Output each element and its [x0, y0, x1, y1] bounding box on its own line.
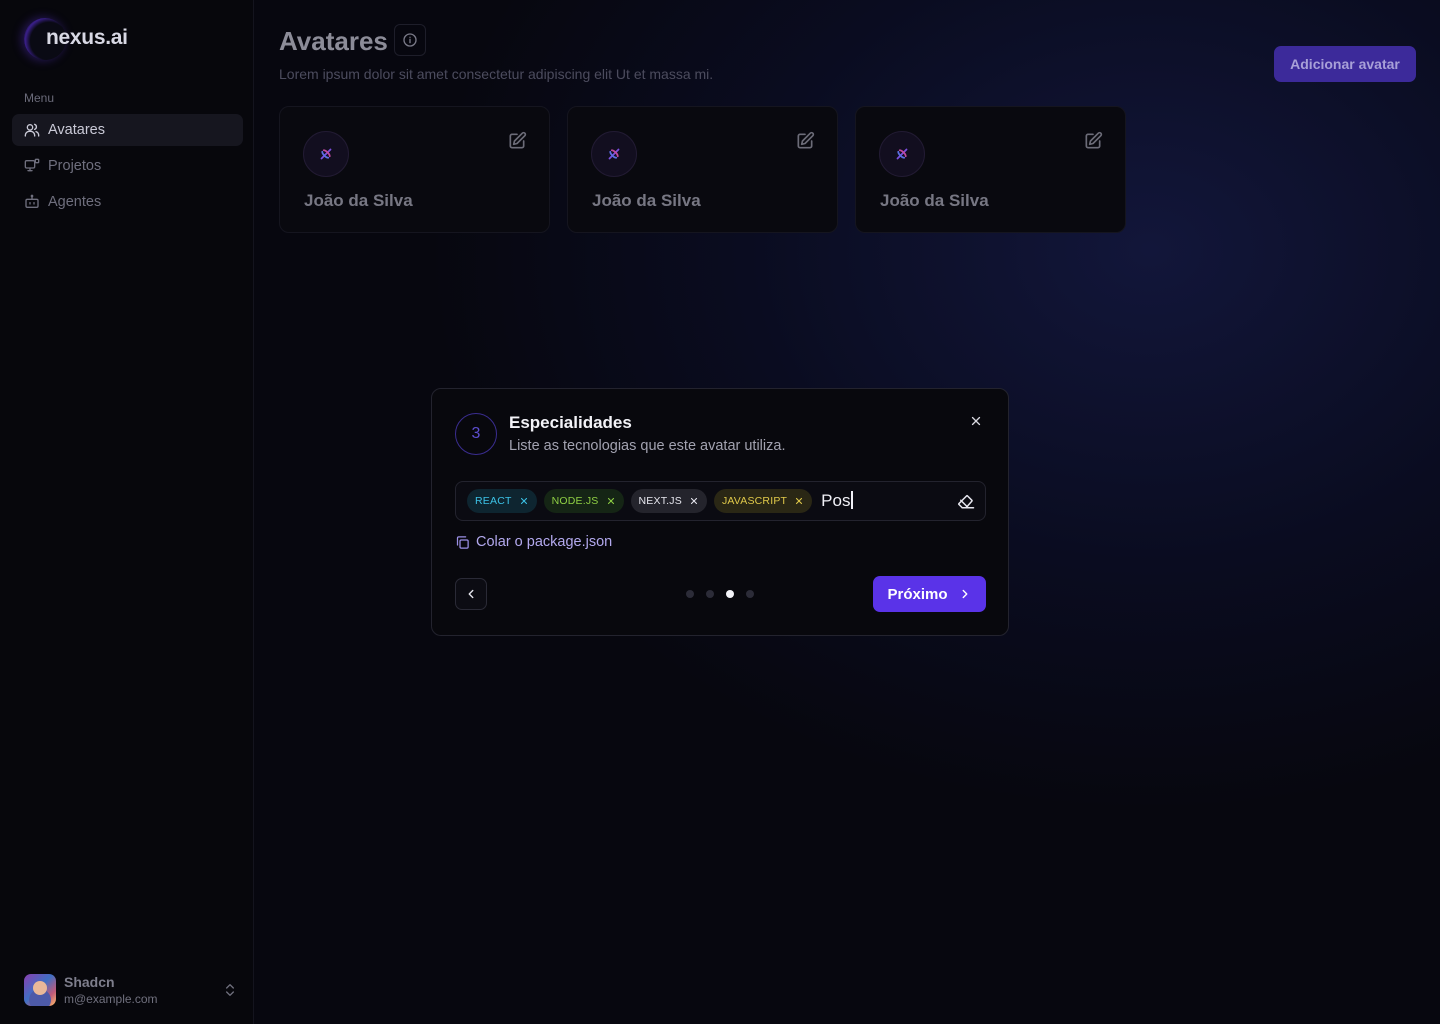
avatar-card[interactable]: João da Silva	[279, 106, 550, 233]
page-subtitle: Lorem ipsum dolor sit amet consectetur a…	[279, 66, 714, 82]
next-button[interactable]: Próximo	[873, 576, 986, 612]
close-button[interactable]	[966, 411, 986, 431]
edit-icon[interactable]	[1083, 131, 1103, 151]
logo[interactable]: nexus.ai	[24, 18, 128, 60]
step-dot[interactable]	[746, 590, 754, 598]
user-name: Shadcn	[64, 973, 115, 990]
sidebar-item-label: Avatares	[48, 122, 105, 138]
remove-tag-icon[interactable]	[794, 496, 804, 506]
tag-nodejs: NODE.JS	[543, 489, 624, 513]
specialties-dialog: 3 Especialidades Liste as tecnologias qu…	[431, 388, 1009, 636]
tag-label: JAVASCRIPT	[721, 495, 788, 507]
text-cursor	[851, 491, 853, 509]
avatar-card[interactable]: João da Silva	[855, 106, 1126, 233]
close-icon	[971, 416, 981, 426]
remove-tag-icon[interactable]	[606, 496, 616, 506]
remove-tag-icon[interactable]	[689, 496, 699, 506]
tag-nextjs: NEXT.JS	[630, 489, 707, 513]
edit-icon[interactable]	[507, 131, 527, 151]
page-title: Avatares	[279, 26, 388, 56]
step-dots	[686, 590, 754, 598]
tag-label: NODE.JS	[551, 495, 599, 507]
tag-javascript: JAVASCRIPT	[713, 489, 813, 513]
avatar-card-list: João da Silva João da Silva João da Silv…	[279, 106, 1126, 233]
chevrons-up-down-icon[interactable]	[222, 982, 238, 998]
step-dot[interactable]	[686, 590, 694, 598]
sidebar-nav: Avatares Projetos Agentes	[12, 114, 243, 222]
menu-label: Menu	[24, 91, 55, 105]
add-avatar-button[interactable]: Adicionar avatar	[1274, 46, 1416, 82]
tag-input-value: Pos	[821, 491, 851, 510]
avatar-card-name: João da Silva	[304, 191, 413, 210]
step-dot-active[interactable]	[726, 590, 734, 598]
tag-input-text[interactable]: Pos	[821, 491, 853, 511]
sidebar-item-agentes[interactable]: Agentes	[12, 186, 243, 218]
avatar-placeholder-icon	[303, 131, 349, 177]
sidebar-item-avatares[interactable]: Avatares	[12, 114, 243, 146]
chevron-right-icon	[962, 589, 967, 599]
info-button[interactable]	[394, 24, 426, 56]
projects-icon	[24, 158, 40, 172]
avatar-card-name: João da Silva	[592, 191, 701, 210]
back-button[interactable]	[455, 578, 487, 610]
paste-link-label: Colar o package.json	[476, 534, 613, 550]
chevron-left-icon	[468, 589, 474, 599]
sidebar: nexus.ai Menu Avatares Projetos Agentes …	[0, 0, 254, 1024]
paste-package-json-link[interactable]: Colar o package.json	[455, 534, 612, 550]
avatar-card[interactable]: João da Silva	[567, 106, 838, 233]
step-dot[interactable]	[706, 590, 714, 598]
tag-label: NEXT.JS	[638, 495, 682, 507]
remove-tag-icon[interactable]	[519, 496, 529, 506]
edit-icon[interactable]	[795, 131, 815, 151]
sidebar-item-label: Agentes	[48, 194, 102, 210]
eraser-icon[interactable]	[957, 492, 975, 510]
avatar	[24, 974, 56, 1006]
technologies-tag-input[interactable]: REACT NODE.JS NEXT.JS JAVASCRIPT Pos	[455, 481, 986, 521]
avatar-card-name: João da Silva	[880, 191, 989, 210]
user-email: m@example.com	[64, 991, 158, 1006]
tag-label: REACT	[475, 495, 512, 507]
user-menu[interactable]: Shadcn m@example.com	[24, 972, 238, 1008]
tag-react: REACT	[467, 489, 537, 513]
dialog-description: Liste as tecnologias que este avatar uti…	[509, 438, 786, 454]
avatar-placeholder-icon	[591, 131, 637, 177]
next-button-label: Próximo	[887, 585, 948, 603]
sidebar-item-label: Projetos	[48, 158, 102, 174]
dialog-title: Especialidades	[509, 413, 632, 432]
users-icon	[24, 123, 40, 137]
logo-text: nexus.ai	[46, 26, 128, 49]
info-icon	[403, 33, 417, 47]
sidebar-item-projetos[interactable]: Projetos	[12, 150, 243, 182]
user-info: Shadcn m@example.com	[64, 974, 222, 1007]
step-indicator: 3	[455, 413, 497, 455]
copy-icon	[456, 535, 469, 549]
bot-icon	[25, 194, 39, 208]
app-root: nexus.ai Menu Avatares Projetos Agentes …	[0, 0, 1440, 1024]
avatar-placeholder-icon	[879, 131, 925, 177]
